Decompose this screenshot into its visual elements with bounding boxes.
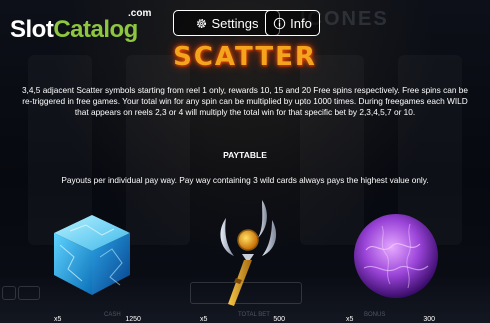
symbol-payout-value: 300 (423, 316, 436, 323)
info-button[interactable]: Info (265, 10, 320, 36)
logo-part-catalog: Catalog (53, 16, 138, 43)
blue-crystal-cube-icon (54, 215, 130, 295)
logo-part-slot: Slot (10, 16, 54, 43)
info-label: Info (290, 15, 312, 31)
symbol-payout-value: 500 (273, 316, 286, 323)
symbol-payout-3: x5 300 (346, 316, 435, 323)
symbol-payout-2: x5 500 (200, 316, 285, 323)
symbol-multiplier: x5 (200, 316, 208, 323)
info-icon (273, 17, 286, 29)
symbol-payout-1: x5 1250 (54, 316, 141, 323)
bg-button (2, 286, 16, 300)
settings-label: Settings (211, 15, 259, 31)
settings-button[interactable]: Settings (173, 10, 280, 36)
logo-wordmark: SlotCatalog (10, 16, 138, 44)
payways-text: Payouts per individual pay way. Pay way … (61, 175, 429, 185)
scatter-description: 3,4,5 adjacent Scatter symbols starting … (21, 85, 469, 117)
paytable-heading: PAYTABLE (223, 150, 267, 160)
bg-button (18, 286, 40, 300)
gear-icon (196, 18, 206, 28)
golden-scepter-icon (220, 200, 277, 306)
symbol-multiplier: x5 (54, 316, 62, 323)
purple-orb-icon (354, 214, 438, 298)
symbol-payout-value: 1250 (125, 316, 141, 323)
scatter-title: SCATTER (173, 42, 317, 72)
symbol-multiplier: x5 (346, 316, 354, 323)
